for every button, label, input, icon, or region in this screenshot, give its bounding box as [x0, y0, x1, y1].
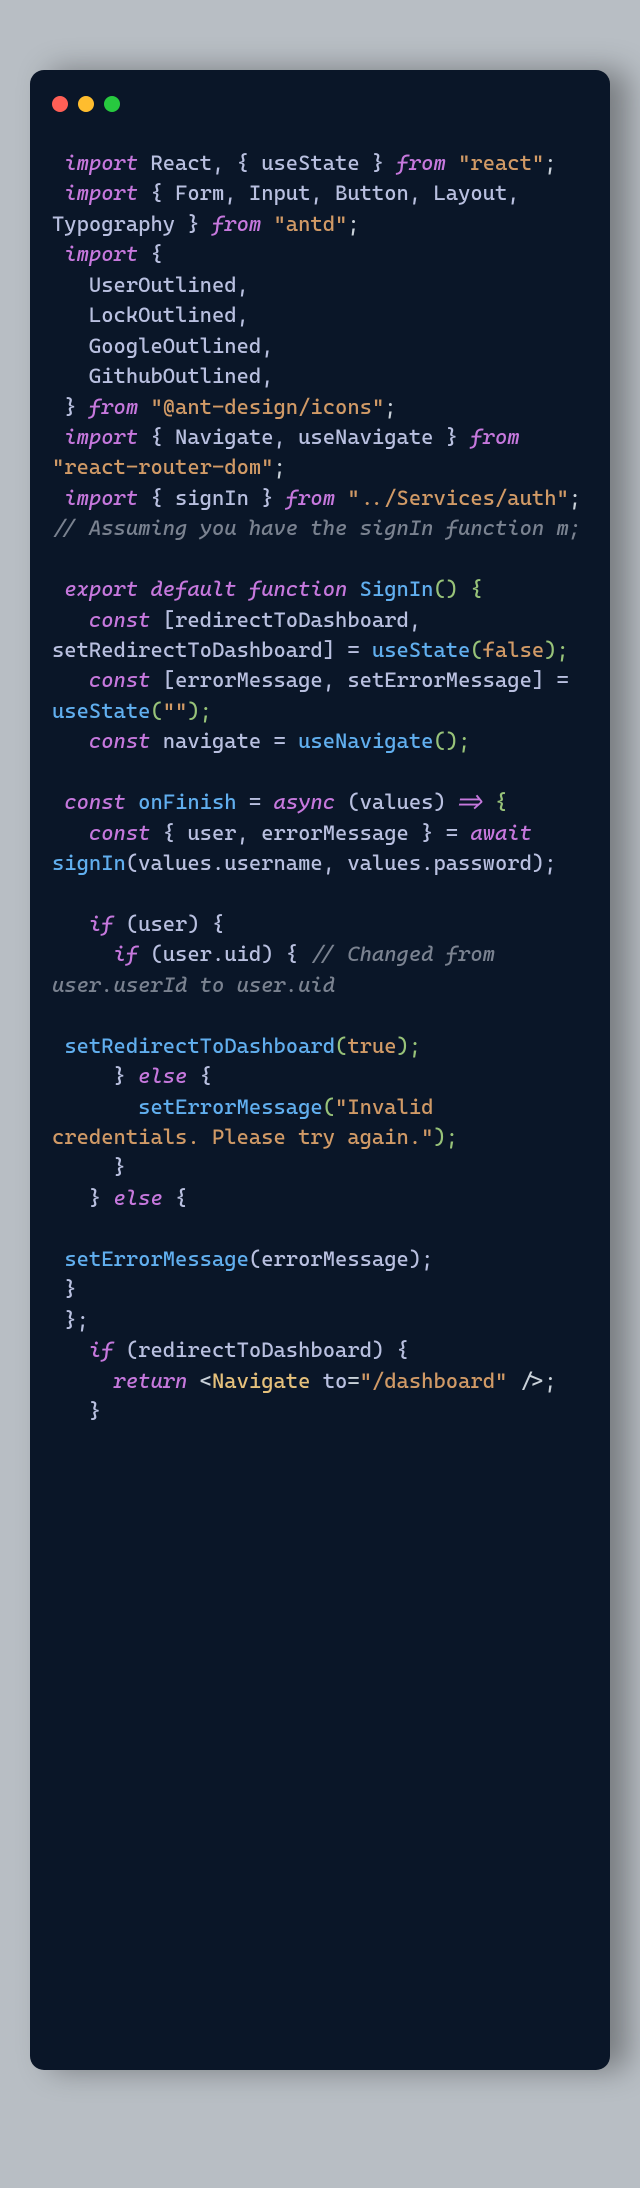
window-traffic-lights — [52, 96, 588, 112]
close-icon[interactable] — [52, 96, 68, 112]
code-window: import React, { useState } from "react";… — [30, 70, 610, 2070]
code-content: import React, { useState } from "react";… — [52, 148, 588, 1426]
maximize-icon[interactable] — [104, 96, 120, 112]
minimize-icon[interactable] — [78, 96, 94, 112]
